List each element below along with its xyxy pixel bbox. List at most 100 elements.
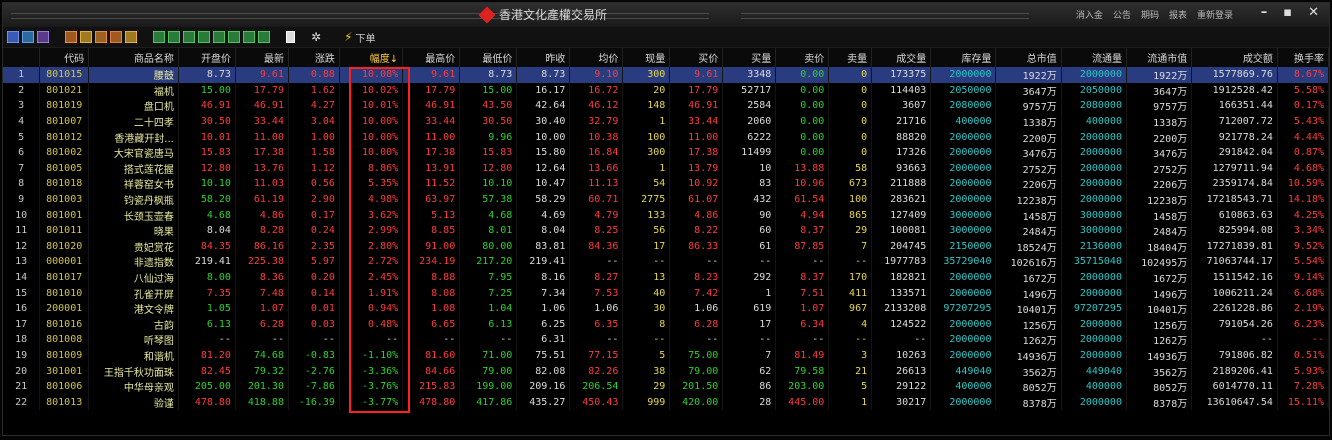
column-header[interactable]: 最新 — [235, 48, 289, 67]
column-header[interactable]: 库存量 — [930, 48, 997, 67]
menu-report[interactable]: 报表 — [1169, 8, 1187, 21]
table-row[interactable]: 14 801017 八仙过海 8.00 8.36 0.20 2.45% 8.88 7.95 8.1… — [3, 269, 1329, 286]
table-row[interactable]: 8 801018 祥蓉窑女书 10.10 11.03 0.56 5.35% 11.52 10.1… — [3, 176, 1329, 192]
trade-tool-icon[interactable] — [243, 31, 255, 43]
column-header[interactable]: 商品名称 — [88, 48, 179, 67]
column-header[interactable]: 涨跌 — [288, 48, 340, 67]
table-cell: 225.38 — [235, 254, 289, 270]
column-header[interactable]: 成交额 — [1191, 48, 1278, 67]
trade-tool-icon[interactable] — [213, 31, 225, 43]
table-row[interactable]: 12 801020 贵妃赏花 84.35 86.16 2.35 2.80% 91.00 80.0… — [3, 238, 1329, 255]
column-header[interactable]: 幅度↓ — [339, 48, 404, 67]
table-cell: 400000 — [1061, 113, 1127, 130]
table-row[interactable]: 3 801019 盘口机 46.91 46.91 4.27 10.01% 46.91 43.50… — [3, 98, 1329, 114]
column-header[interactable]: 总市值 — [995, 48, 1062, 67]
table-cell: 9 — [3, 191, 41, 208]
table-cell: 1672万 — [1126, 269, 1193, 286]
trade-tool-icon[interactable] — [168, 31, 180, 43]
table-cell: 1262万 — [995, 332, 1062, 348]
maximize-icon[interactable]: ▪ — [1283, 5, 1292, 20]
column-header[interactable]: 买量 — [722, 48, 777, 67]
table-cell: 1.05 — [178, 300, 236, 317]
column-header[interactable]: 均价 — [569, 48, 624, 67]
close-icon[interactable]: ✕ — [1308, 5, 1319, 20]
table-cell: 801001 — [39, 207, 90, 223]
quote-tool-icon[interactable] — [110, 31, 122, 43]
table-row[interactable]: 15 801010 孔雀开屏 7.35 7.48 0.14 1.91% 8.08 7.25 7.3… — [3, 285, 1329, 301]
table-cell: 133571 — [871, 285, 932, 301]
menu-notice[interactable]: 公告 — [1113, 8, 1131, 21]
document-icon[interactable] — [286, 31, 295, 43]
table-row[interactable]: 10 801001 长颈玉壶春 4.68 4.86 0.17 3.62% 5.13 4.68 4.… — [3, 207, 1329, 223]
column-header[interactable]: 代码 — [39, 48, 90, 67]
table-row[interactable]: 6 801002 大宋官瓷唐马 15.83 17.38 1.58 10.00% 17.38 15… — [3, 144, 1329, 161]
column-header[interactable]: 卖价 — [775, 48, 830, 67]
quote-tool-icon[interactable] — [125, 31, 137, 43]
table-row[interactable]: 17 801016 古韵 6.13 6.28 0.03 0.48% 6.65 6.13 6.25 6… — [3, 316, 1329, 333]
trade-tool-icon[interactable] — [153, 31, 165, 43]
table-row[interactable]: 4 801007 二十四孝 30.50 33.44 3.04 10.00% 33.44 30.5… — [3, 113, 1329, 130]
column-header[interactable]: 流通量 — [1061, 48, 1127, 67]
column-header[interactable] — [3, 48, 41, 67]
table-cell: 验谨 — [88, 394, 179, 411]
table-cell: 15 — [3, 285, 41, 301]
table-row[interactable]: 21 801006 中华母亲观 205.00 201.30 -7.86 -3.76% 215.… — [3, 378, 1329, 395]
table-cell: 0.03 — [288, 316, 340, 333]
table-row[interactable]: 7 801005 搭式莲花握 12.80 13.76 1.12 8.86% 13.91 12.8… — [3, 160, 1329, 177]
column-header[interactable]: 开盘价 — [178, 48, 236, 67]
table-row[interactable]: 11 801011 晓果 8.04 8.28 0.24 2.99% 8.85 8.01 8.04 8… — [3, 222, 1329, 239]
table-cell: 84.66 — [402, 363, 461, 379]
column-header[interactable]: 成交量 — [871, 48, 932, 67]
menu-relogin[interactable]: 重新登录 — [1197, 8, 1233, 21]
table-row[interactable]: 13 000001 非遗指数 219.41 225.38 5.97 2.72% 234.19 2… — [3, 254, 1329, 270]
table-cell: 10401万 — [1126, 300, 1193, 317]
trade-tool-icon[interactable] — [198, 31, 210, 43]
column-header[interactable]: 现量 — [622, 48, 671, 67]
table-cell: 7 — [3, 160, 41, 177]
column-header[interactable]: 卖量 — [828, 48, 873, 67]
menu-deposit[interactable]: 消入金 — [1076, 8, 1103, 21]
table-cell: 2050000 — [930, 82, 997, 99]
table-cell: 801013 — [39, 394, 90, 411]
table-cell: 8.01 — [459, 222, 518, 239]
table-cell: 12.80 — [178, 160, 236, 177]
table-row[interactable]: 19 801009 和谐机 81.20 74.68 -0.83 -1.10% 81.60 71.… — [3, 347, 1329, 364]
column-header[interactable]: 最低价 — [459, 48, 518, 67]
table-row[interactable]: 22 801013 验谨 478.80 418.88 -16.39 -3.77% 478.80… — [3, 394, 1329, 411]
quote-tool-icon[interactable] — [80, 31, 92, 43]
table-row[interactable]: 5 801012 香港藏开封... 10.01 11.00 1.00 10.00% 11.00… — [3, 129, 1329, 145]
column-header[interactable]: 昨收 — [516, 48, 571, 67]
column-header[interactable]: 流通市值 — [1126, 48, 1193, 67]
trade-tool-icon[interactable] — [228, 31, 240, 43]
table-row[interactable]: 18 801008 听琴图 -- -- -- -- -- -- 6.31 -- -- -- -- -- -- -… — [3, 332, 1329, 348]
column-header[interactable]: 最高价 — [402, 48, 461, 67]
quote-tool-icon[interactable] — [65, 31, 77, 43]
table-cell: 204745 — [871, 238, 932, 255]
gear-icon[interactable]: ✲ — [311, 30, 321, 44]
quote-tool-icon[interactable] — [95, 31, 107, 43]
table-cell: 60 — [722, 222, 777, 239]
table-cell: 6.34 — [775, 316, 830, 333]
minimize-icon[interactable]: – — [1261, 5, 1268, 20]
column-header[interactable]: 换手率 — [1277, 48, 1329, 67]
table-row[interactable]: 20 301001 王指千秋功面珠 82.45 79.32 -2.76 -3.36% 84.6… — [3, 363, 1329, 379]
bar-chart-icon[interactable] — [37, 31, 49, 43]
table-row[interactable]: 2 801021 福机 15.00 17.79 1.62 10.02% 17.79 15.00 1… — [3, 82, 1329, 99]
kline-icon[interactable] — [22, 31, 34, 43]
table-cell: 2080000 — [1061, 98, 1127, 114]
place-order-button[interactable]: ⚡ 下单 — [344, 30, 375, 45]
table-cell: 11499 — [722, 144, 777, 161]
table-row[interactable]: 1 801015 腰鼓 8.73 9.61 0.88 10.08% 9.61 8.73 8.73 9… — [3, 67, 1329, 83]
table-cell: 418.88 — [235, 394, 289, 411]
menu-code[interactable]: 期码 — [1141, 8, 1159, 21]
chart-icon[interactable] — [7, 31, 19, 43]
trade-tool-icon[interactable] — [258, 31, 270, 43]
table-cell: 6.65 — [402, 316, 461, 333]
table-cell: 2775 — [622, 191, 671, 208]
table-row[interactable]: 9 801003 钧瓷丹枫瓶 58.20 61.19 2.90 4.98% 63.97 57.3… — [3, 191, 1329, 208]
table-cell: 7.48 — [235, 285, 289, 301]
column-header[interactable]: 买价 — [669, 48, 724, 67]
table-cell: 61 — [722, 238, 777, 255]
table-row[interactable]: 16 200001 港文令牌 1.05 1.07 0.01 0.94% 1.08 1.04 1.0… — [3, 300, 1329, 317]
trade-tool-icon[interactable] — [183, 31, 195, 43]
